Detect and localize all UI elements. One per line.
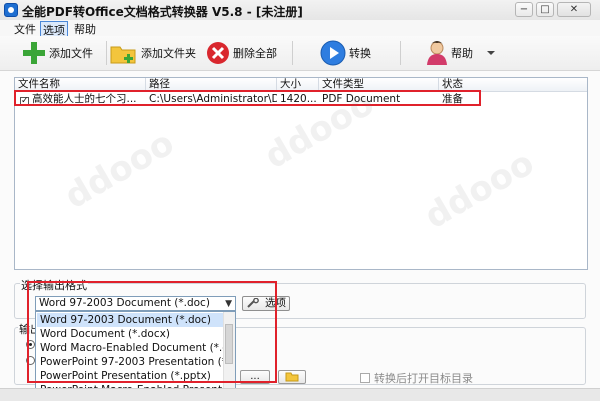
convert-label: 转换 — [349, 47, 371, 60]
status-bar — [0, 388, 600, 401]
plus-icon — [23, 42, 45, 64]
add-file-label: 添加文件 — [49, 47, 93, 60]
open-target-dir-checkbox[interactable]: 转换后打开目标目录 — [360, 370, 473, 386]
highlight-box-format — [27, 281, 277, 383]
toolbar-separator — [400, 41, 401, 65]
minimize-button[interactable]: − — [515, 2, 533, 17]
toolbar-separator — [106, 41, 107, 65]
close-button[interactable]: ✕ — [557, 2, 591, 17]
highlight-box-row — [14, 90, 481, 106]
toolbar: 添加文件 添加文件夹 删除全部 转换 帮助 — [0, 36, 600, 71]
user-help-icon — [427, 41, 447, 65]
play-icon — [320, 40, 346, 66]
delete-all-label: 删除全部 — [233, 47, 277, 60]
convert-button[interactable]: 转换 — [320, 40, 371, 66]
add-folder-button[interactable]: 添加文件夹 — [110, 40, 196, 66]
maximize-button[interactable]: □ — [536, 2, 554, 17]
window-title: 全能PDF转Office文档格式转换器 V5.8 - [未注册] — [22, 5, 303, 19]
menu-bar: 文件 选项 帮助 — [0, 20, 600, 39]
folder-add-icon — [110, 46, 136, 64]
delete-icon — [207, 42, 229, 64]
toolbar-separator — [292, 41, 293, 65]
folder-icon — [285, 372, 299, 382]
open-folder-button[interactable] — [278, 370, 306, 384]
help-label: 帮助 — [451, 47, 473, 60]
menu-help[interactable]: 帮助 — [72, 21, 98, 37]
app-icon — [4, 3, 18, 17]
open-target-dir-label: 转换后打开目标目录 — [374, 372, 473, 385]
chevron-down-icon[interactable] — [485, 48, 497, 58]
add-folder-label: 添加文件夹 — [141, 47, 196, 60]
title-bar: 全能PDF转Office文档格式转换器 V5.8 - [未注册] − □ ✕ — [0, 0, 600, 21]
help-button[interactable]: 帮助 — [426, 40, 497, 66]
add-file-button[interactable]: 添加文件 — [22, 40, 93, 66]
menu-file[interactable]: 文件 — [12, 21, 38, 37]
delete-all-button[interactable]: 删除全部 — [206, 40, 277, 66]
checkbox-box[interactable] — [360, 373, 370, 383]
